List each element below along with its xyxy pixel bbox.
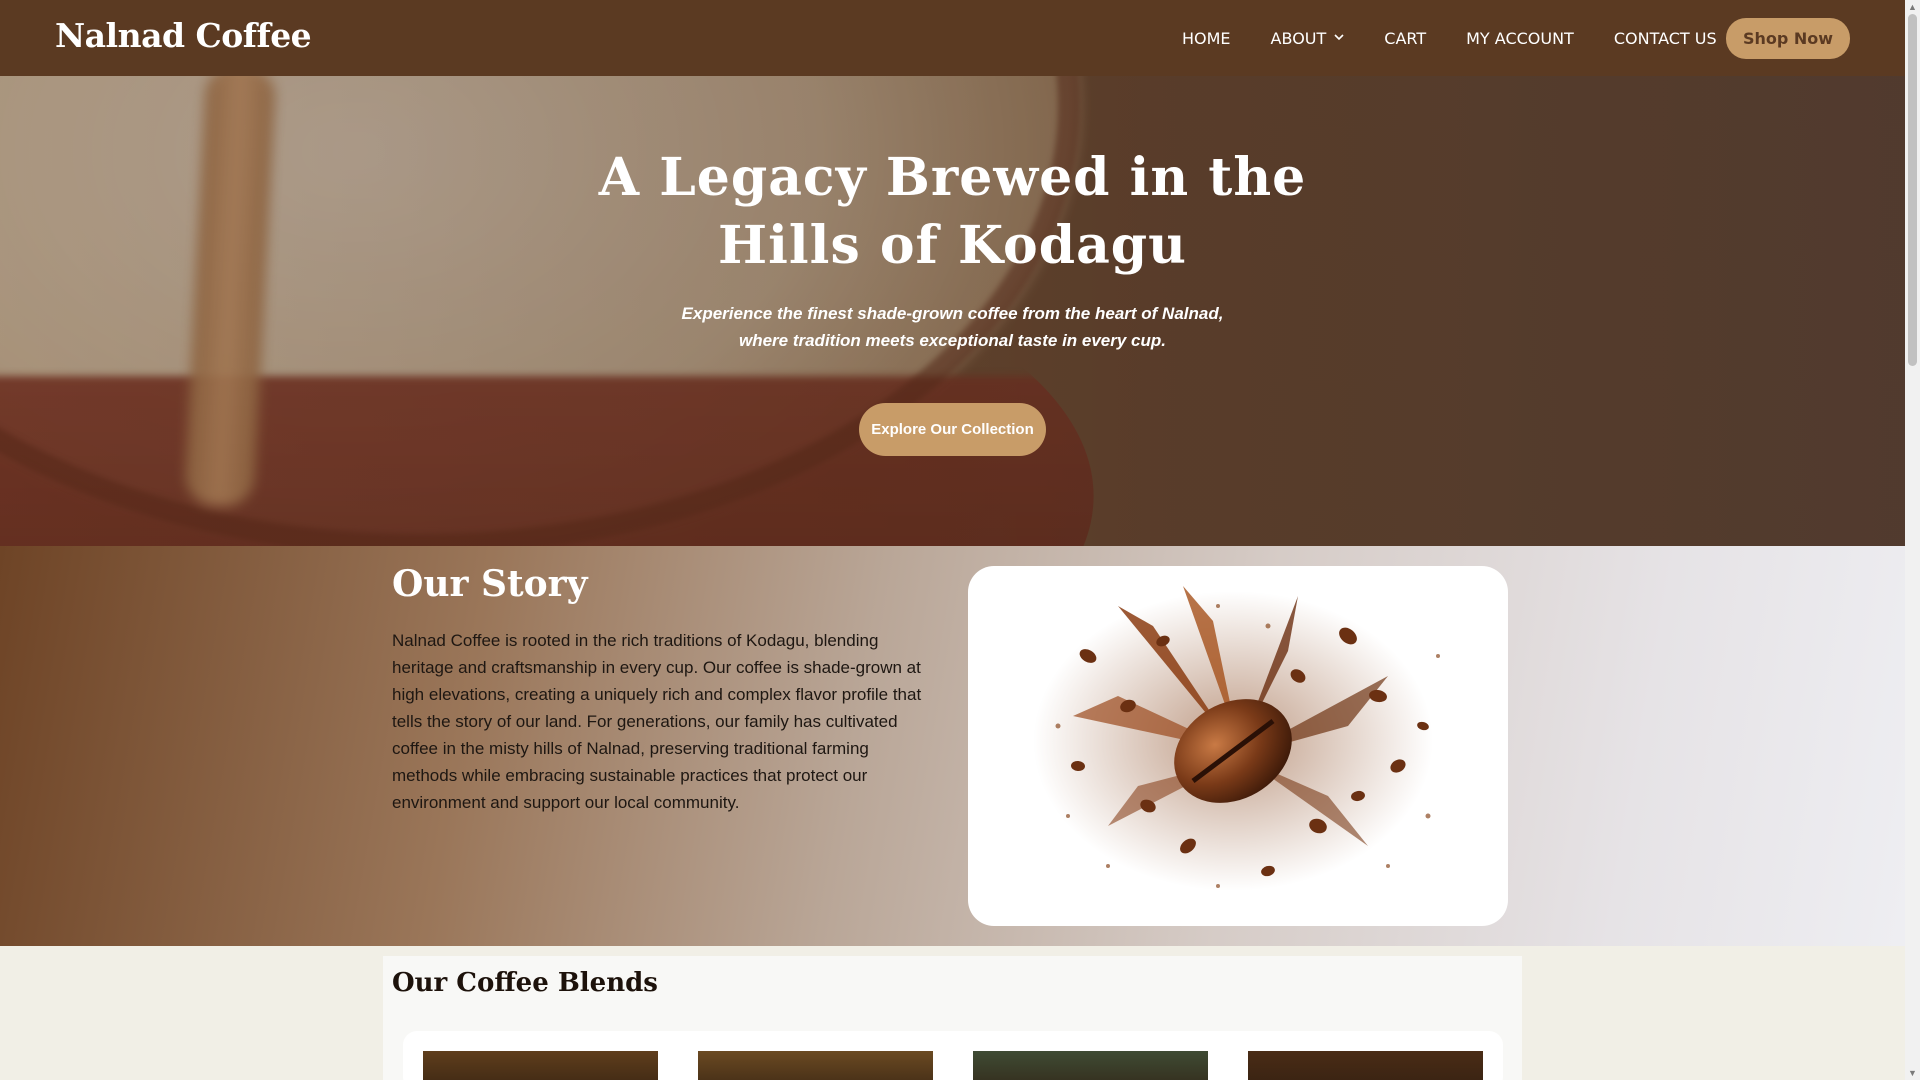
nav-contact-us[interactable]: CONTACT US: [1614, 29, 1717, 48]
nav-my-account[interactable]: MY ACCOUNT: [1466, 29, 1574, 48]
coffee-blends-section: Our Coffee Blends: [383, 956, 1522, 1080]
page-scrollbar[interactable]: ▲ ▼: [1905, 0, 1920, 1080]
our-story-section: Our Story Nalnad Coffee is rooted in the…: [0, 546, 1905, 946]
main-nav: HOME ABOUT CART MY ACCOUNT CONTACT US: [1182, 0, 1757, 76]
scrollbar-thumb[interactable]: [1908, 14, 1917, 366]
hero-subtitle: Experience the finest shade-grown coffee…: [660, 300, 1245, 354]
nav-home-label: HOME: [1182, 28, 1231, 48]
story-image-card: [968, 566, 1508, 926]
story-title: Our Story: [392, 563, 588, 605]
coffee-bean-splash-image: [1033, 586, 1440, 891]
nav-cart[interactable]: CART: [1384, 29, 1426, 48]
nav-contact-us-label: CONTACT US: [1613, 28, 1717, 48]
blend-card[interactable]: [423, 1051, 658, 1080]
blend-card[interactable]: [1248, 1051, 1483, 1080]
hero-title: A Legacy Brewed in the Hills of Kodagu: [598, 147, 1307, 276]
story-text: Nalnad Coffee is rooted in the rich trad…: [392, 631, 922, 812]
chevron-down-icon: [1334, 31, 1344, 44]
hero-subtitle-line-2: where tradition meets exceptional taste …: [738, 331, 1167, 350]
nav-my-account-label: MY ACCOUNT: [1466, 28, 1574, 48]
nav-about-label: ABOUT: [1270, 28, 1327, 48]
site-header: Nalnad Coffee HOME ABOUT CART MY ACCOUNT…: [0, 0, 1905, 76]
nav-about[interactable]: ABOUT: [1271, 29, 1345, 48]
scroll-up-icon[interactable]: ▲: [1905, 0, 1920, 14]
hero-subtitle-line-1: Experience the finest shade-grown coffee…: [681, 304, 1224, 323]
scroll-down-icon[interactable]: ▼: [1905, 1066, 1920, 1080]
explore-collection-button[interactable]: Explore Our Collection: [859, 403, 1046, 456]
nav-cart-label: CART: [1384, 28, 1427, 48]
shop-now-button[interactable]: Shop Now: [1726, 18, 1850, 59]
blend-card[interactable]: [973, 1051, 1208, 1080]
blends-title: Our Coffee Blends: [392, 968, 658, 998]
blend-card[interactable]: [698, 1051, 933, 1080]
site-logo[interactable]: Nalnad Coffee: [55, 16, 312, 55]
hero-section: A Legacy Brewed in the Hills of Kodagu E…: [0, 76, 1905, 546]
nav-home[interactable]: HOME: [1182, 29, 1231, 48]
